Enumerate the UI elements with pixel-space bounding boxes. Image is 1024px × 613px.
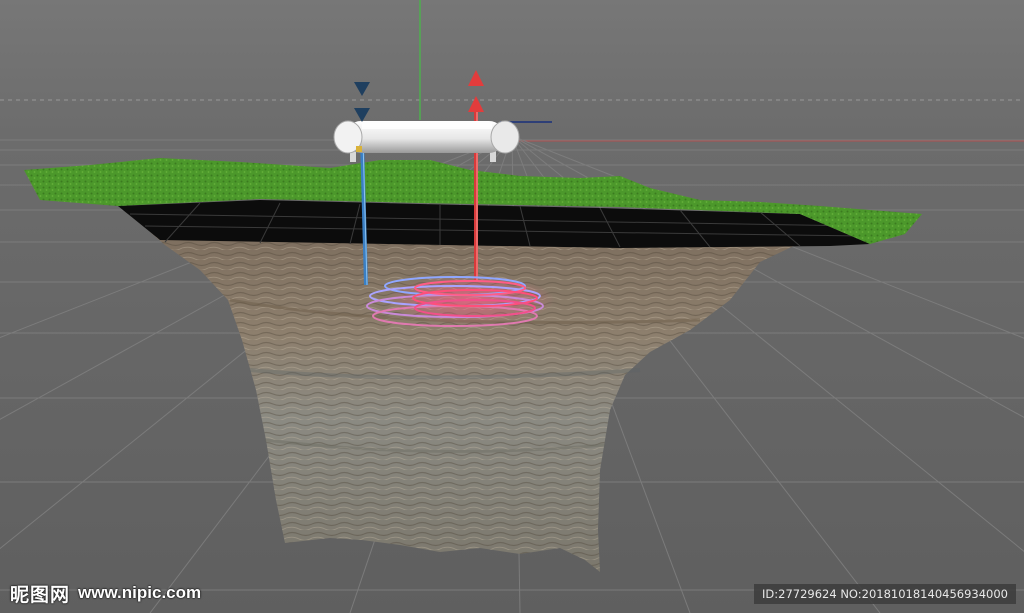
site-url: www.nipic.com (78, 583, 202, 602)
site-name: 昵图网 (10, 584, 71, 606)
3d-viewport (0, 0, 1024, 613)
image-id-label: ID:27729624 NO:20181018140456934000 (754, 584, 1016, 604)
site-watermark: 昵图网 www.nipic.com (10, 581, 202, 606)
